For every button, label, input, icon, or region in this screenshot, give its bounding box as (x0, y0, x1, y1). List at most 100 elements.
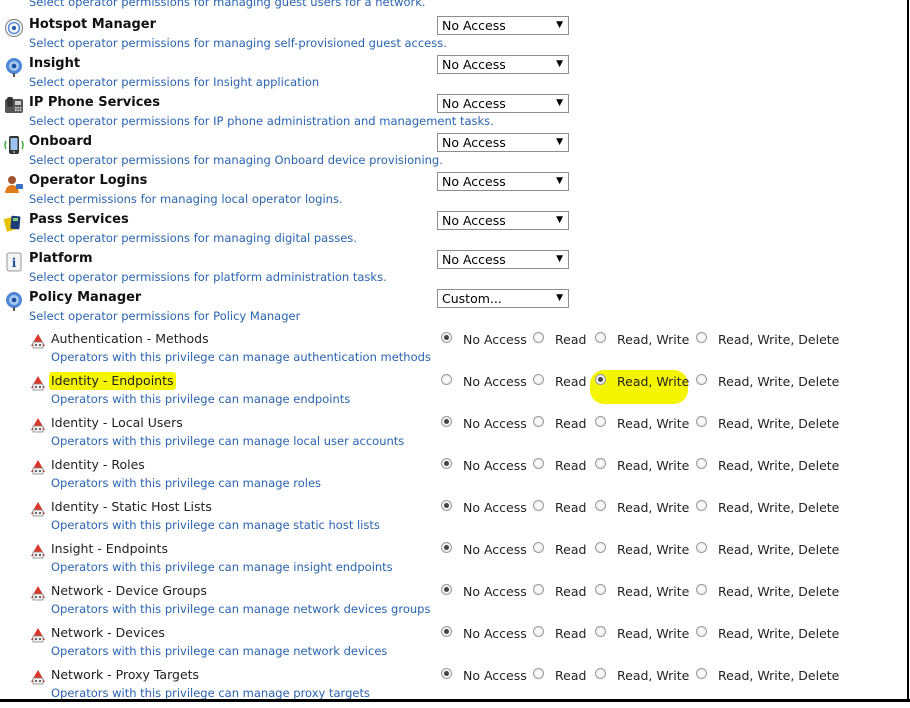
permission-select-value: No Access (442, 57, 506, 72)
radio-label: No Access (463, 458, 527, 473)
permission-select[interactable]: No Access ▼ (437, 55, 569, 74)
privilege-row: Network - Devices Operators with this pri… (0, 624, 900, 666)
dropdown-arrow-icon: ▼ (556, 20, 563, 30)
radio-read[interactable] (533, 542, 544, 553)
radio-read-write[interactable] (595, 458, 606, 469)
radio-read-write[interactable] (595, 542, 606, 553)
privilege-row: Identity - Local Users Operators with thi… (0, 414, 900, 456)
radio-label: No Access (463, 374, 527, 389)
privilege-icon (30, 627, 46, 643)
radio-read-write[interactable] (595, 332, 606, 343)
radio-no-access[interactable] (441, 500, 452, 511)
permission-select[interactable]: Custom... ▼ (437, 289, 569, 308)
privilege-row: Authentication - Methods Operators with t… (0, 330, 900, 372)
radio-read-write-delete[interactable] (696, 542, 707, 553)
radio-read-write-delete[interactable] (696, 416, 707, 427)
radio-label: Read (555, 668, 587, 683)
radio-read[interactable] (533, 584, 544, 595)
radio-label: No Access (463, 584, 527, 599)
radio-read-write-delete[interactable] (696, 332, 707, 343)
radio-no-access[interactable] (441, 332, 452, 343)
hotspot-icon (4, 18, 24, 38)
radio-no-access[interactable] (441, 584, 452, 595)
module-row-insight: Insight Select operator permissions for I… (0, 55, 900, 94)
radio-read-write-delete[interactable] (696, 584, 707, 595)
permission-select[interactable]: No Access ▼ (437, 94, 569, 113)
permission-select-value: No Access (442, 96, 506, 111)
radio-label: Read (555, 542, 587, 557)
radio-read-write-delete[interactable] (696, 458, 707, 469)
radio-read[interactable] (533, 500, 544, 511)
radio-no-access[interactable] (441, 374, 452, 385)
module-row-ipphone: IP Phone Services Select operator permiss… (0, 94, 900, 133)
permission-select[interactable]: No Access ▼ (437, 250, 569, 269)
permission-select[interactable]: No Access ▼ (437, 172, 569, 191)
radio-read-write-delete[interactable] (696, 500, 707, 511)
module-title: Policy Manager (29, 290, 142, 305)
dropdown-arrow-icon: ▼ (556, 215, 563, 225)
module-row-pass: Pass Services Select operator permissions… (0, 211, 900, 250)
permission-select[interactable]: No Access ▼ (437, 133, 569, 152)
module-row-policy: Policy Manager Select operator permission… (0, 289, 900, 328)
privilege-icon (30, 501, 46, 517)
privilege-description: Operators with this privilege can manage… (51, 350, 431, 364)
radio-label: Read (555, 332, 587, 347)
radio-read-write-delete[interactable] (696, 374, 707, 385)
radio-read[interactable] (533, 416, 544, 427)
radio-no-access[interactable] (441, 626, 452, 637)
dropdown-arrow-icon: ▼ (556, 176, 563, 186)
radio-label: No Access (463, 668, 527, 683)
radio-label: Read, Write, Delete (718, 458, 840, 473)
radio-no-access[interactable] (441, 542, 452, 553)
module-description: Select operator permissions for managing… (29, 153, 443, 167)
guest-manager-description: Select operator permissions for managing… (29, 0, 426, 9)
privilege-icon (30, 543, 46, 559)
radio-read[interactable] (533, 374, 544, 385)
radio-no-access[interactable] (441, 458, 452, 469)
dropdown-arrow-icon: ▼ (556, 293, 563, 303)
radio-read-write[interactable] (595, 500, 606, 511)
radio-read-write-delete[interactable] (696, 668, 707, 679)
radio-read[interactable] (533, 668, 544, 679)
module-title: Platform (29, 251, 93, 266)
radio-label: Read, Write (617, 500, 690, 515)
radio-label: Read, Write, Delete (718, 374, 840, 389)
radio-read-write[interactable] (595, 416, 606, 427)
dropdown-arrow-icon: ▼ (556, 137, 563, 147)
ip-phone-icon (4, 96, 24, 116)
radio-read-write[interactable] (595, 626, 606, 637)
permission-select-value: No Access (442, 135, 506, 150)
privilege-icon (30, 669, 46, 685)
radio-label: Read, Write, Delete (718, 332, 840, 347)
privilege-row: Network - Device Groups Operators with th… (0, 582, 900, 624)
privilege-label: Identity - Local Users (51, 415, 183, 430)
permission-select-value: No Access (442, 18, 506, 33)
permission-select[interactable]: No Access ▼ (437, 16, 569, 35)
radio-read-write-delete[interactable] (696, 626, 707, 637)
permission-select-value: Custom... (442, 291, 502, 306)
module-description: Select operator permissions for Insight … (29, 75, 320, 89)
radio-no-access[interactable] (441, 668, 452, 679)
module-title: Hotspot Manager (29, 17, 157, 32)
radio-label: No Access (463, 500, 527, 515)
privilege-label: Network - Device Groups (51, 583, 207, 598)
module-description: Select operator permissions for platform… (29, 270, 387, 284)
radio-label: Read (555, 626, 587, 641)
permission-select-value: No Access (442, 252, 506, 267)
radio-read-write[interactable] (595, 584, 606, 595)
radio-label: No Access (463, 542, 527, 557)
privilege-icon (30, 333, 46, 349)
radio-read-write[interactable] (595, 668, 606, 679)
radio-read[interactable] (533, 626, 544, 637)
privilege-row: Identity - Static Host Lists Operators wi… (0, 498, 900, 540)
radio-read-write[interactable] (595, 374, 606, 385)
module-description: Select operator permissions for managing… (29, 36, 447, 50)
privilege-description: Operators with this privilege can manage… (51, 434, 405, 448)
permission-select[interactable]: No Access ▼ (437, 211, 569, 230)
radio-no-access[interactable] (441, 416, 452, 427)
radio-read[interactable] (533, 458, 544, 469)
radio-label: Read, Write (617, 332, 690, 347)
radio-label: Read, Write (617, 374, 690, 389)
radio-read[interactable] (533, 332, 544, 343)
module-title: Operator Logins (29, 173, 148, 188)
